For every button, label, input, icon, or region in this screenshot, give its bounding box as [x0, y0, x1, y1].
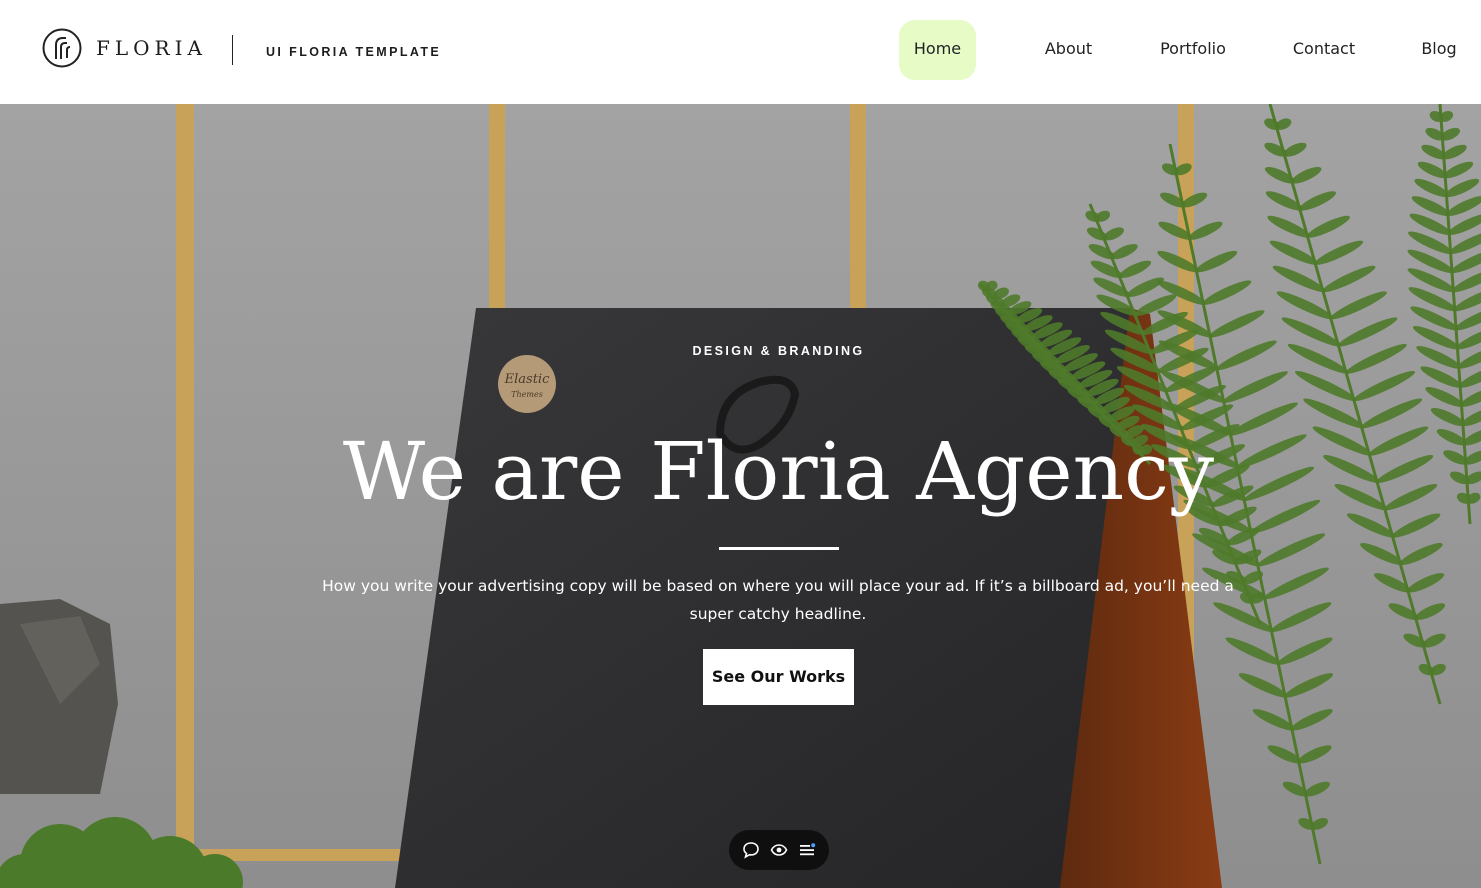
menu-icon[interactable]	[796, 839, 818, 861]
nav-blog[interactable]: Blog	[1412, 20, 1466, 80]
see-our-works-button[interactable]: See Our Works	[703, 649, 854, 705]
hero-section: Elastic Themes DESIGN & BRANDING We are …	[0, 104, 1481, 888]
chat-icon[interactable]	[740, 839, 762, 861]
site-header: FLORIA UI FLORIA TEMPLATE Home About Por…	[0, 0, 1481, 104]
hero-lead: How you write your advertising copy will…	[322, 577, 1234, 623]
floating-toolbar	[729, 830, 829, 870]
nav-contact[interactable]: Contact	[1285, 20, 1363, 80]
hero-eyebrow: DESIGN & BRANDING	[692, 344, 865, 358]
nav-portfolio[interactable]: Portfolio	[1150, 20, 1236, 80]
nav-home[interactable]: Home	[899, 20, 976, 80]
headline-divider	[719, 547, 839, 550]
main-nav: Home About Portfolio Contact Blog	[0, 20, 1481, 80]
nav-about[interactable]: About	[1030, 20, 1107, 80]
sticker-label: Elastic	[504, 372, 550, 387]
sticker-sublabel: Themes	[511, 390, 543, 399]
hero-headline: We are Floria Agency	[342, 425, 1215, 518]
eye-icon[interactable]	[768, 839, 790, 861]
